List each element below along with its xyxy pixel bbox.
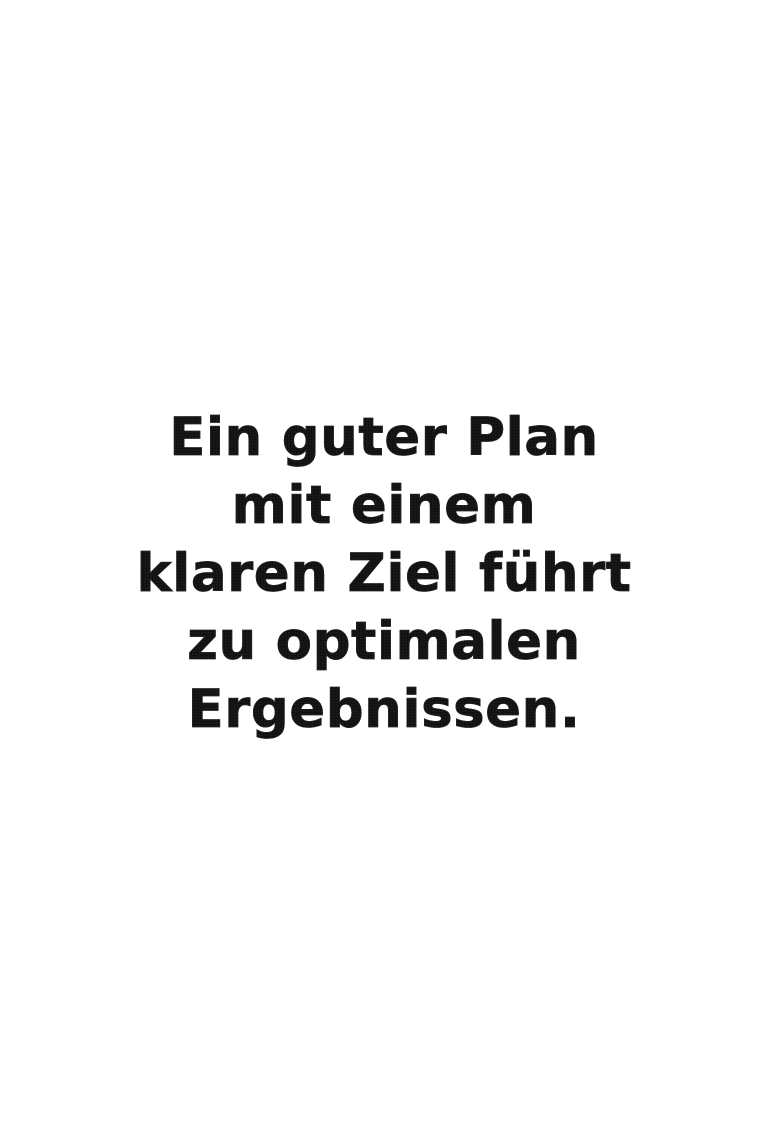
quote-line-3: klaren Ziel führt <box>136 543 632 605</box>
page-canvas: Ein guter Plan mit einem klaren Ziel füh… <box>0 0 768 1146</box>
quote-line-2: mit einem <box>231 475 537 537</box>
quote-line-4: zu optimalen <box>187 611 581 673</box>
quote-line-5: Ergebnissen. <box>187 679 581 741</box>
quote-text: Ein guter Plan mit einem klaren Ziel füh… <box>0 404 768 744</box>
quote-line-1: Ein guter Plan <box>169 407 599 469</box>
